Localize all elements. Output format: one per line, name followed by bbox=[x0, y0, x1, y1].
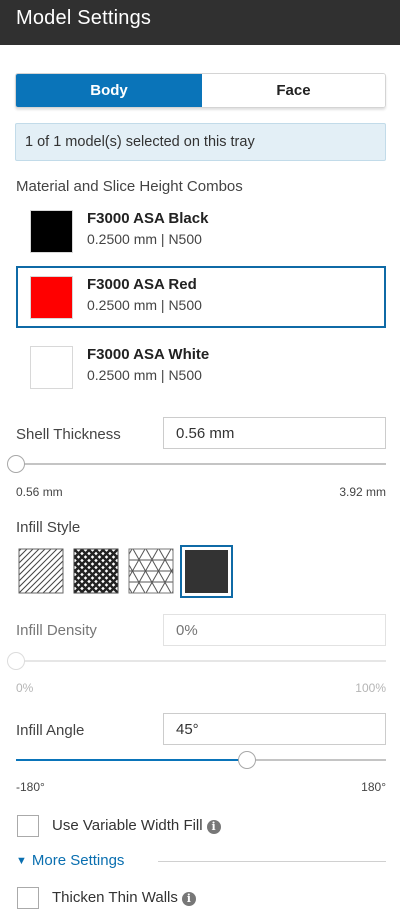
more-settings-divider bbox=[158, 861, 386, 862]
shell-thickness-label: Shell Thickness bbox=[16, 426, 121, 443]
infill-density-slider[interactable] bbox=[7, 652, 386, 670]
panel-header: Model Settings bbox=[0, 0, 400, 45]
material-color-swatch bbox=[30, 210, 73, 253]
variable-width-fill-label: Use Variable Width Fill i bbox=[52, 817, 221, 834]
tab-face[interactable]: Face bbox=[202, 74, 385, 107]
more-settings-toggle[interactable]: ▼ More Settings bbox=[16, 852, 124, 869]
material-color-swatch bbox=[30, 346, 73, 389]
materials-section-label: Material and Slice Height Combos bbox=[16, 178, 243, 195]
thicken-thin-walls-text: Thicken Thin Walls bbox=[52, 889, 178, 906]
thicken-thin-walls-label: Thicken Thin Walls i bbox=[52, 889, 196, 906]
shell-thickness-slider[interactable] bbox=[7, 455, 386, 473]
tab-body[interactable]: Body bbox=[16, 74, 202, 107]
infill-option-solid[interactable] bbox=[180, 545, 233, 598]
infill-option-crosshatch[interactable] bbox=[72, 547, 120, 595]
infill-density-label: Infill Density bbox=[16, 622, 97, 639]
slider-thumb[interactable] bbox=[7, 455, 25, 473]
solid-fill-icon bbox=[182, 547, 231, 596]
triangular-grid-icon bbox=[127, 547, 175, 595]
infill-angle-slider[interactable] bbox=[16, 751, 386, 769]
material-name: F3000 ASA White bbox=[87, 346, 210, 363]
shell-thickness-input[interactable] bbox=[163, 417, 386, 449]
material-detail: 0.2500 mm | N500 bbox=[87, 367, 202, 383]
slider-fill bbox=[16, 759, 247, 761]
infill-angle-max: 180° bbox=[361, 780, 386, 794]
infill-angle-min: -180° bbox=[16, 780, 45, 794]
diagonal-hatch-icon bbox=[17, 547, 65, 595]
material-color-swatch bbox=[30, 276, 73, 319]
variable-width-fill-checkbox[interactable] bbox=[17, 815, 39, 837]
infill-angle-label: Infill Angle bbox=[16, 722, 85, 739]
body-face-tabs: Body Face bbox=[15, 73, 386, 108]
material-option-black[interactable]: F3000 ASA Black 0.2500 mm | N500 bbox=[16, 200, 386, 262]
selection-info-bar: 1 of 1 model(s) selected on this tray bbox=[15, 123, 386, 161]
infill-density-min: 0% bbox=[16, 681, 34, 695]
infill-option-diagonal[interactable] bbox=[17, 547, 65, 595]
material-option-white[interactable]: F3000 ASA White 0.2500 mm | N500 bbox=[16, 336, 386, 398]
crosshatch-icon bbox=[72, 547, 120, 595]
info-icon[interactable]: i bbox=[206, 820, 221, 834]
infill-angle-input[interactable] bbox=[163, 713, 386, 745]
thicken-thin-walls-checkbox[interactable] bbox=[17, 887, 39, 909]
caret-down-icon: ▼ bbox=[16, 855, 27, 867]
infill-option-triangular[interactable] bbox=[127, 547, 175, 595]
infill-density-input[interactable] bbox=[163, 614, 386, 646]
shell-thickness-min: 0.56 mm bbox=[16, 485, 63, 499]
shell-thickness-max: 3.92 mm bbox=[339, 485, 386, 499]
material-name: F3000 ASA Red bbox=[87, 276, 197, 293]
more-settings-label: More Settings bbox=[31, 852, 125, 869]
info-icon[interactable]: i bbox=[181, 892, 196, 906]
material-option-red[interactable]: F3000 ASA Red 0.2500 mm | N500 bbox=[16, 266, 386, 328]
infill-density-max: 100% bbox=[355, 681, 386, 695]
variable-width-fill-text: Use Variable Width Fill bbox=[52, 817, 203, 834]
slider-track bbox=[16, 463, 386, 465]
material-detail: 0.2500 mm | N500 bbox=[87, 231, 202, 247]
panel-title: Model Settings bbox=[16, 7, 152, 29]
slider-thumb[interactable] bbox=[238, 751, 256, 769]
slider-thumb[interactable] bbox=[7, 652, 25, 670]
material-detail: 0.2500 mm | N500 bbox=[87, 297, 202, 313]
infill-style-label: Infill Style bbox=[16, 519, 81, 536]
slider-track bbox=[16, 660, 386, 662]
material-name: F3000 ASA Black bbox=[87, 210, 209, 227]
